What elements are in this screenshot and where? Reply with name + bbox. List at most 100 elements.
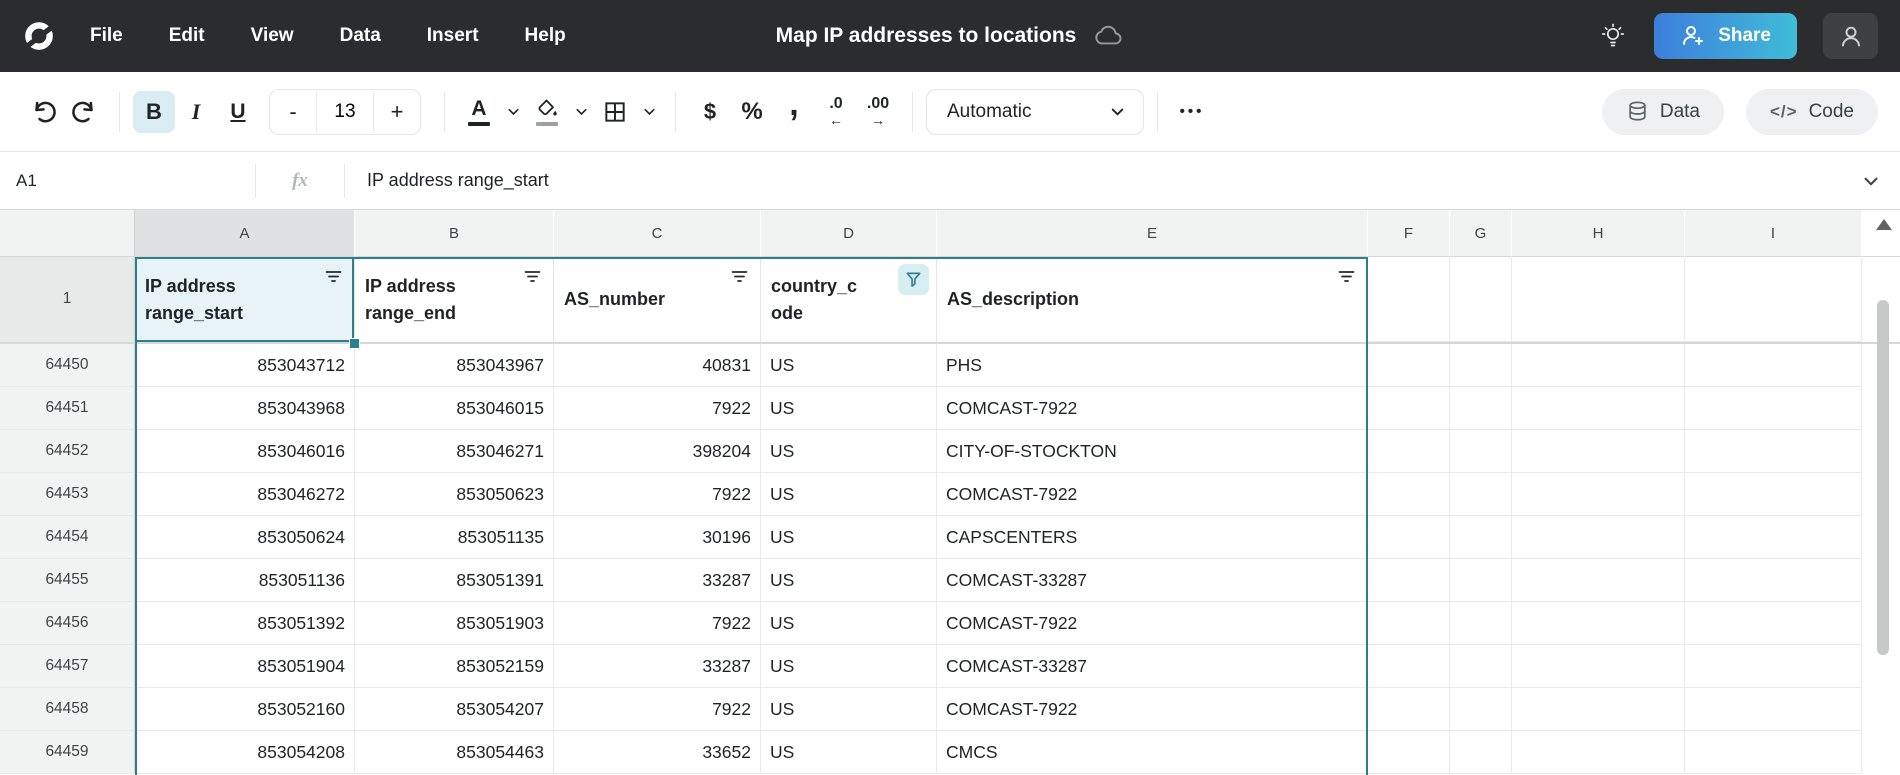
column-header[interactable]: G <box>1450 210 1512 257</box>
cell-ip-range-start[interactable]: 853046016 <box>135 430 355 473</box>
cell-as-description[interactable]: COMCAST-7922 <box>937 387 1368 430</box>
row-number[interactable]: 64451 <box>0 387 135 430</box>
empty-cell[interactable] <box>1450 645 1512 688</box>
row-number[interactable]: 64452 <box>0 430 135 473</box>
font-size-value[interactable]: 13 <box>316 90 374 134</box>
cell-ip-range-start[interactable]: 853046272 <box>135 473 355 516</box>
cell-as-number[interactable]: 7922 <box>554 387 761 430</box>
column-header[interactable]: C <box>554 210 761 257</box>
menu-item[interactable]: Edit <box>169 25 205 47</box>
text-color-button[interactable]: A <box>458 91 500 133</box>
cell-as-number[interactable]: 7922 <box>554 602 761 645</box>
empty-cell[interactable] <box>1512 257 1685 342</box>
empty-cell[interactable] <box>1450 602 1512 645</box>
empty-cell[interactable] <box>1368 430 1450 473</box>
empty-cell[interactable] <box>1450 387 1512 430</box>
share-button[interactable]: Share <box>1654 13 1797 59</box>
empty-cell[interactable] <box>1512 688 1685 731</box>
font-size-increase-button[interactable]: + <box>374 90 420 134</box>
cell-ip-range-start[interactable]: 853050624 <box>135 516 355 559</box>
row-number[interactable]: 64450 <box>0 344 135 387</box>
empty-cell[interactable] <box>1685 688 1862 731</box>
empty-cell[interactable] <box>1512 516 1685 559</box>
cell-ip-range-end[interactable]: 853046015 <box>355 387 554 430</box>
font-size-decrease-button[interactable]: - <box>270 90 316 134</box>
code-panel-button[interactable]: </> Code <box>1746 89 1878 135</box>
empty-cell[interactable] <box>1368 257 1450 342</box>
cell-country-code[interactable]: US <box>761 559 937 602</box>
empty-cell[interactable] <box>1512 344 1685 387</box>
filter-active-icon[interactable] <box>898 264 929 295</box>
cell-ip-range-start[interactable]: 853052160 <box>135 688 355 731</box>
menu-item[interactable]: Data <box>340 25 381 47</box>
percent-format-button[interactable]: % <box>731 91 773 133</box>
menu-item[interactable]: Insert <box>427 25 479 47</box>
currency-format-button[interactable]: $ <box>689 91 731 133</box>
empty-cell[interactable] <box>1450 257 1512 342</box>
empty-cell[interactable] <box>1368 344 1450 387</box>
rows-logo-icon[interactable] <box>22 19 56 53</box>
cell-as-description[interactable]: COMCAST-7922 <box>937 688 1368 731</box>
filter-icon[interactable] <box>323 267 344 287</box>
scroll-up-arrow-icon[interactable] <box>1876 219 1892 230</box>
empty-cell[interactable] <box>1368 731 1450 774</box>
column-header[interactable]: B <box>355 210 554 257</box>
cell-ip-range-end[interactable]: 853050623 <box>355 473 554 516</box>
comma-format-button[interactable]: , <box>773 91 815 133</box>
empty-cell[interactable] <box>1368 473 1450 516</box>
empty-cell[interactable] <box>1450 516 1512 559</box>
empty-cell[interactable] <box>1450 473 1512 516</box>
cell-reference-box[interactable]: A1 <box>0 171 255 191</box>
underline-button[interactable]: U <box>217 91 259 133</box>
cell-as-description[interactable]: COMCAST-33287 <box>937 645 1368 688</box>
empty-cell[interactable] <box>1450 430 1512 473</box>
empty-cell[interactable] <box>1685 387 1862 430</box>
empty-cell[interactable] <box>1685 473 1862 516</box>
cell-as-number[interactable]: 7922 <box>554 688 761 731</box>
cell-country-code[interactable]: US <box>761 473 937 516</box>
empty-cell[interactable] <box>1450 559 1512 602</box>
cell-country-code[interactable]: US <box>761 430 937 473</box>
cell-country-code[interactable]: US <box>761 344 937 387</box>
selection-fill-handle[interactable] <box>349 338 360 349</box>
cell-as-description[interactable]: PHS <box>937 344 1368 387</box>
empty-cell[interactable] <box>1685 257 1862 342</box>
table-header-cell[interactable]: AS_description <box>937 257 1368 342</box>
cell-country-code[interactable]: US <box>761 645 937 688</box>
cell-country-code[interactable]: US <box>761 602 937 645</box>
vertical-scrollbar[interactable] <box>1877 300 1889 655</box>
filter-icon[interactable] <box>522 267 543 287</box>
column-header[interactable]: I <box>1685 210 1862 257</box>
row-number[interactable]: 64454 <box>0 516 135 559</box>
account-avatar[interactable] <box>1823 13 1878 59</box>
empty-cell[interactable] <box>1512 602 1685 645</box>
formula-bar-expand[interactable] <box>1860 170 1900 192</box>
column-header[interactable]: A <box>135 210 355 257</box>
fill-color-dropdown[interactable] <box>568 91 594 133</box>
filter-icon[interactable] <box>729 267 750 287</box>
empty-cell[interactable] <box>1368 387 1450 430</box>
formula-input[interactable]: IP address range_start <box>345 170 1860 191</box>
empty-cell[interactable] <box>1512 430 1685 473</box>
empty-cell[interactable] <box>1512 387 1685 430</box>
select-all-corner[interactable] <box>0 210 135 257</box>
cell-as-description[interactable]: CMCS <box>937 731 1368 774</box>
cell-as-number[interactable]: 30196 <box>554 516 761 559</box>
row-number[interactable]: 64457 <box>0 645 135 688</box>
empty-cell[interactable] <box>1368 559 1450 602</box>
empty-cell[interactable] <box>1450 344 1512 387</box>
cell-ip-range-start[interactable]: 853054208 <box>135 731 355 774</box>
cell-as-description[interactable]: CAPSCENTERS <box>937 516 1368 559</box>
menu-item[interactable]: Help <box>525 25 566 47</box>
cell-ip-range-start[interactable]: 853043712 <box>135 344 355 387</box>
cell-ip-range-end[interactable]: 853043967 <box>355 344 554 387</box>
row-number[interactable]: 64458 <box>0 688 135 731</box>
empty-cell[interactable] <box>1368 516 1450 559</box>
empty-cell[interactable] <box>1512 645 1685 688</box>
cell-as-description[interactable]: CITY-OF-STOCKTON <box>937 430 1368 473</box>
data-panel-button[interactable]: Data <box>1602 89 1724 135</box>
cell-as-number[interactable]: 33287 <box>554 559 761 602</box>
table-header-cell[interactable]: IP address range_start <box>135 257 355 342</box>
increase-decimal-button[interactable]: .00 → <box>857 91 899 133</box>
cell-ip-range-start[interactable]: 853051136 <box>135 559 355 602</box>
